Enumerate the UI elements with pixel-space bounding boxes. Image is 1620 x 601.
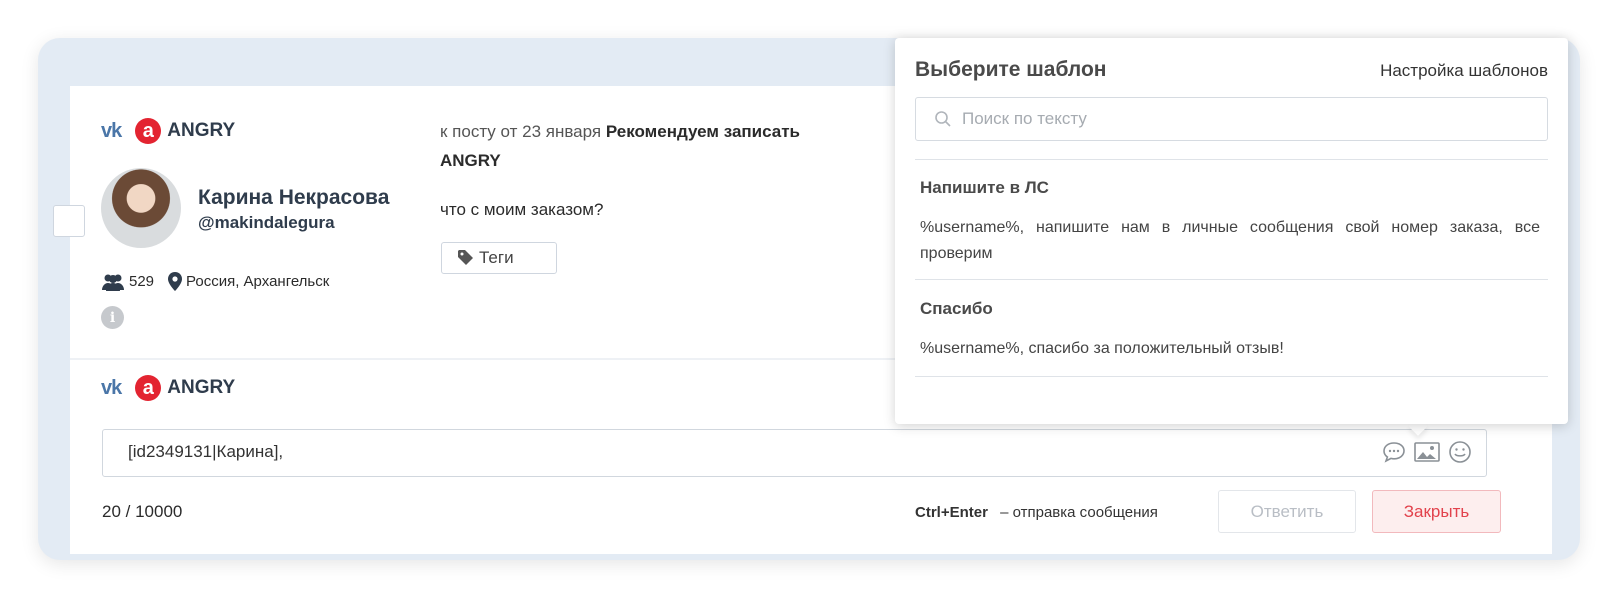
post-ref-title-cont[interactable]: ANGRY [440,151,501,171]
template-item-body[interactable]: %username%, напишите нам в личные сообще… [920,215,1540,267]
author-handle[interactable]: @makindalegura [198,213,335,233]
char-counter: 20 / 10000 [102,502,183,521]
tag-icon [458,250,473,265]
angry-logo-icon: a [135,375,162,401]
templates-popover: Выберите шаблон Настройка шаблонов Поиск… [895,38,1568,424]
message-text: что с моим заказом? [440,200,604,219]
separator [915,376,1548,377]
post-source: vk a ANGRY [101,118,235,144]
vk-icon: vk [101,376,122,399]
brand-name: ANGRY [167,377,236,398]
post-ref-prefix: к посту от 23 января [440,122,602,141]
vk-icon: vk [101,119,122,142]
templates-settings-link[interactable]: Настройка шаблонов [1380,61,1548,81]
select-checkbox[interactable] [53,205,85,237]
templates-icon[interactable] [1382,441,1406,463]
close-button[interactable]: Закрыть [1372,490,1501,533]
followers-icon [102,274,124,291]
location-pin-icon [168,272,183,291]
hotkey-keys: Ctrl+Enter [915,504,988,521]
reply-tools [1382,440,1472,464]
search-placeholder: Поиск по тексту [962,109,1087,128]
reply-source: vk a ANGRY [101,375,235,401]
emoji-icon[interactable] [1448,440,1472,464]
brand-name: ANGRY [167,120,236,141]
author-name[interactable]: Карина Некрасова [198,186,389,210]
location-text: Россия, Архангельск [186,273,330,290]
reply-input-text[interactable]: [id2349131|Карина], [128,442,283,462]
angry-logo-icon: a [135,118,162,144]
info-icon[interactable]: i [101,306,124,329]
reply-button[interactable]: Ответить [1218,490,1356,533]
tags-label: Теги [479,248,514,267]
separator [915,279,1548,280]
popover-title: Выберите шаблон [915,58,1107,81]
image-icon[interactable] [1414,441,1440,463]
search-icon [935,111,951,127]
tags-button[interactable]: Теги [441,242,557,274]
separator [915,159,1548,160]
avatar[interactable] [101,168,181,248]
followers-count: 529 [129,273,155,290]
reply-input[interactable]: [id2349131|Карина], [102,429,1487,477]
hotkey-desc: – отправка сообщения [1000,504,1158,521]
template-item-body[interactable]: %username%, спасибо за положительный отз… [920,336,1540,362]
template-search-input[interactable]: Поиск по тексту [915,97,1548,141]
post-reference: к посту от 23 января Рекомендуем записат… [440,122,800,142]
template-item-title[interactable]: Напишите в ЛС [920,178,1049,198]
author-meta: 529 Россия, Архангельск [101,272,329,291]
post-ref-title[interactable]: Рекомендуем записать [606,122,800,141]
hotkey-hint: Ctrl+Enter – отправка сообщения [915,504,1158,521]
template-item-title[interactable]: Спасибо [920,299,993,319]
